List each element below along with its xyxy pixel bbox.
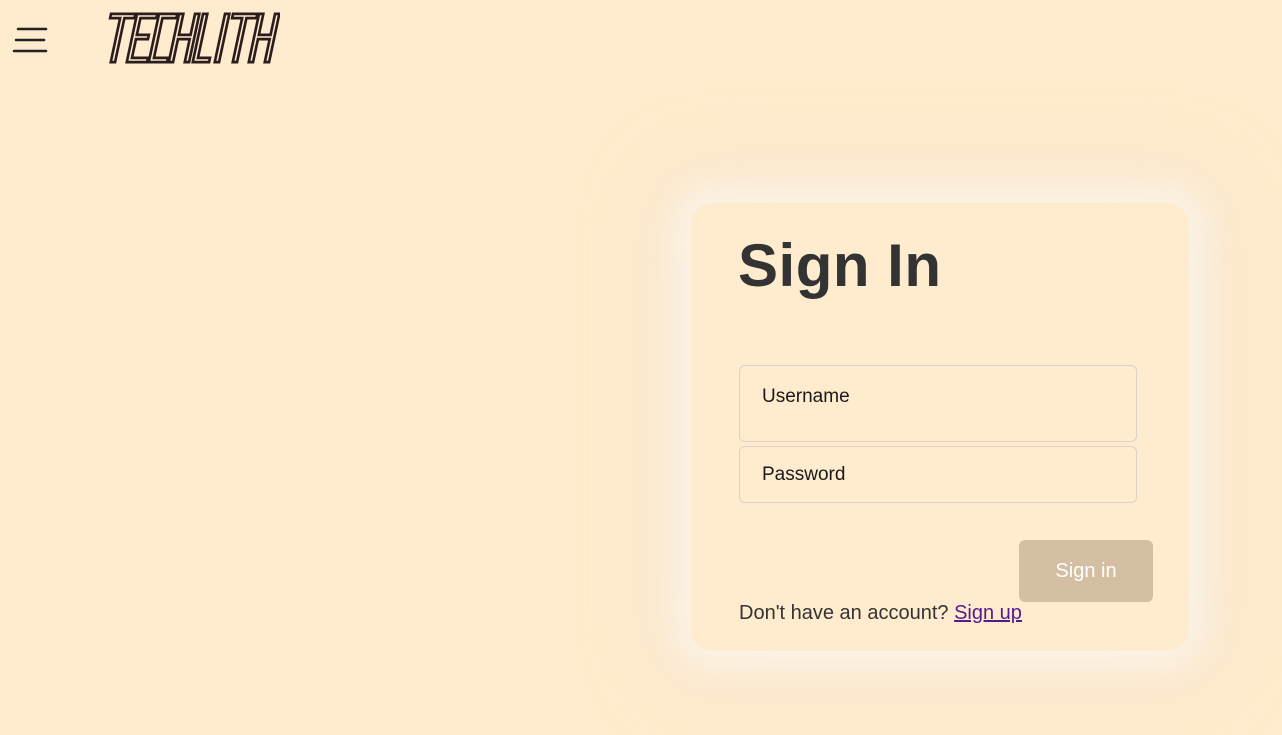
username-input[interactable]: [740, 366, 1136, 428]
techlith-logo[interactable]: [98, 10, 281, 66]
top-header: [0, 0, 1282, 80]
signin-button[interactable]: Sign in: [1019, 540, 1153, 602]
page-title: Sign In: [738, 232, 942, 299]
hamburger-menu-icon[interactable]: [12, 22, 50, 58]
signup-prompt: Don't have an account?: [739, 602, 949, 624]
signup-row: Don't have an account? Sign up: [739, 602, 1022, 625]
signin-card: Sign In Sign in Don't have an account? S…: [690, 203, 1189, 651]
username-field-wrapper: [739, 365, 1137, 442]
signup-link[interactable]: Sign up: [954, 602, 1022, 624]
password-input[interactable]: [740, 447, 1136, 502]
password-field-wrapper: [739, 446, 1137, 503]
